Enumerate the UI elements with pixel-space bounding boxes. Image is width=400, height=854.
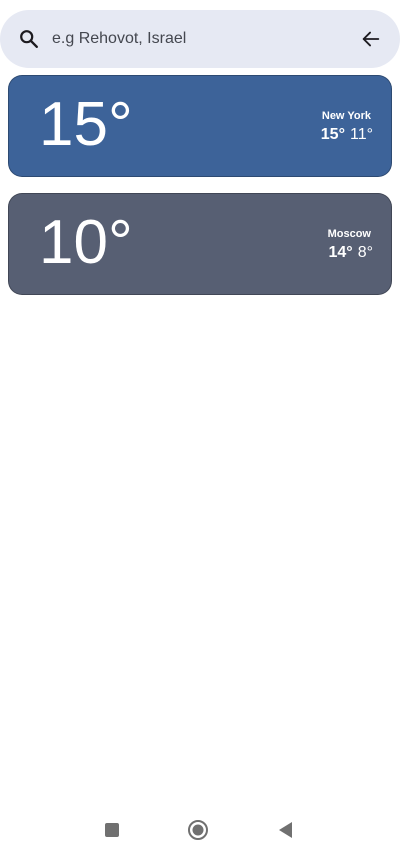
arrow-back-icon[interactable]: [360, 28, 382, 50]
current-temperature: 15°: [39, 90, 133, 159]
search-input[interactable]: [52, 26, 342, 52]
high-temperature: 14°: [328, 244, 353, 261]
temperature-range: 14° 8°: [329, 244, 374, 262]
search-icon[interactable]: [18, 28, 40, 50]
low-temperature: 11°: [349, 126, 373, 143]
system-navigation-bar: [0, 806, 400, 854]
app-screen: 15° New York 15°11° 10° Moscow 14°8°: [0, 0, 400, 854]
city-name: Moscow: [327, 228, 371, 240]
weather-card-moscow[interactable]: 10° Moscow 14° 8°: [8, 193, 392, 295]
city-name: New York: [321, 110, 371, 122]
temperature-range: 15° 11°: [321, 126, 373, 144]
circle-home-icon[interactable]: [186, 818, 210, 842]
low-temperature: 8°: [357, 244, 373, 261]
square-icon[interactable]: [100, 818, 124, 842]
current-temperature: 10°: [39, 208, 133, 277]
weather-card-new-york[interactable]: 15° New York 15° 11°: [8, 75, 392, 177]
search-bar: [0, 10, 400, 68]
triangle-back-icon[interactable]: [274, 818, 298, 842]
high-temperature: 15°: [320, 126, 345, 143]
